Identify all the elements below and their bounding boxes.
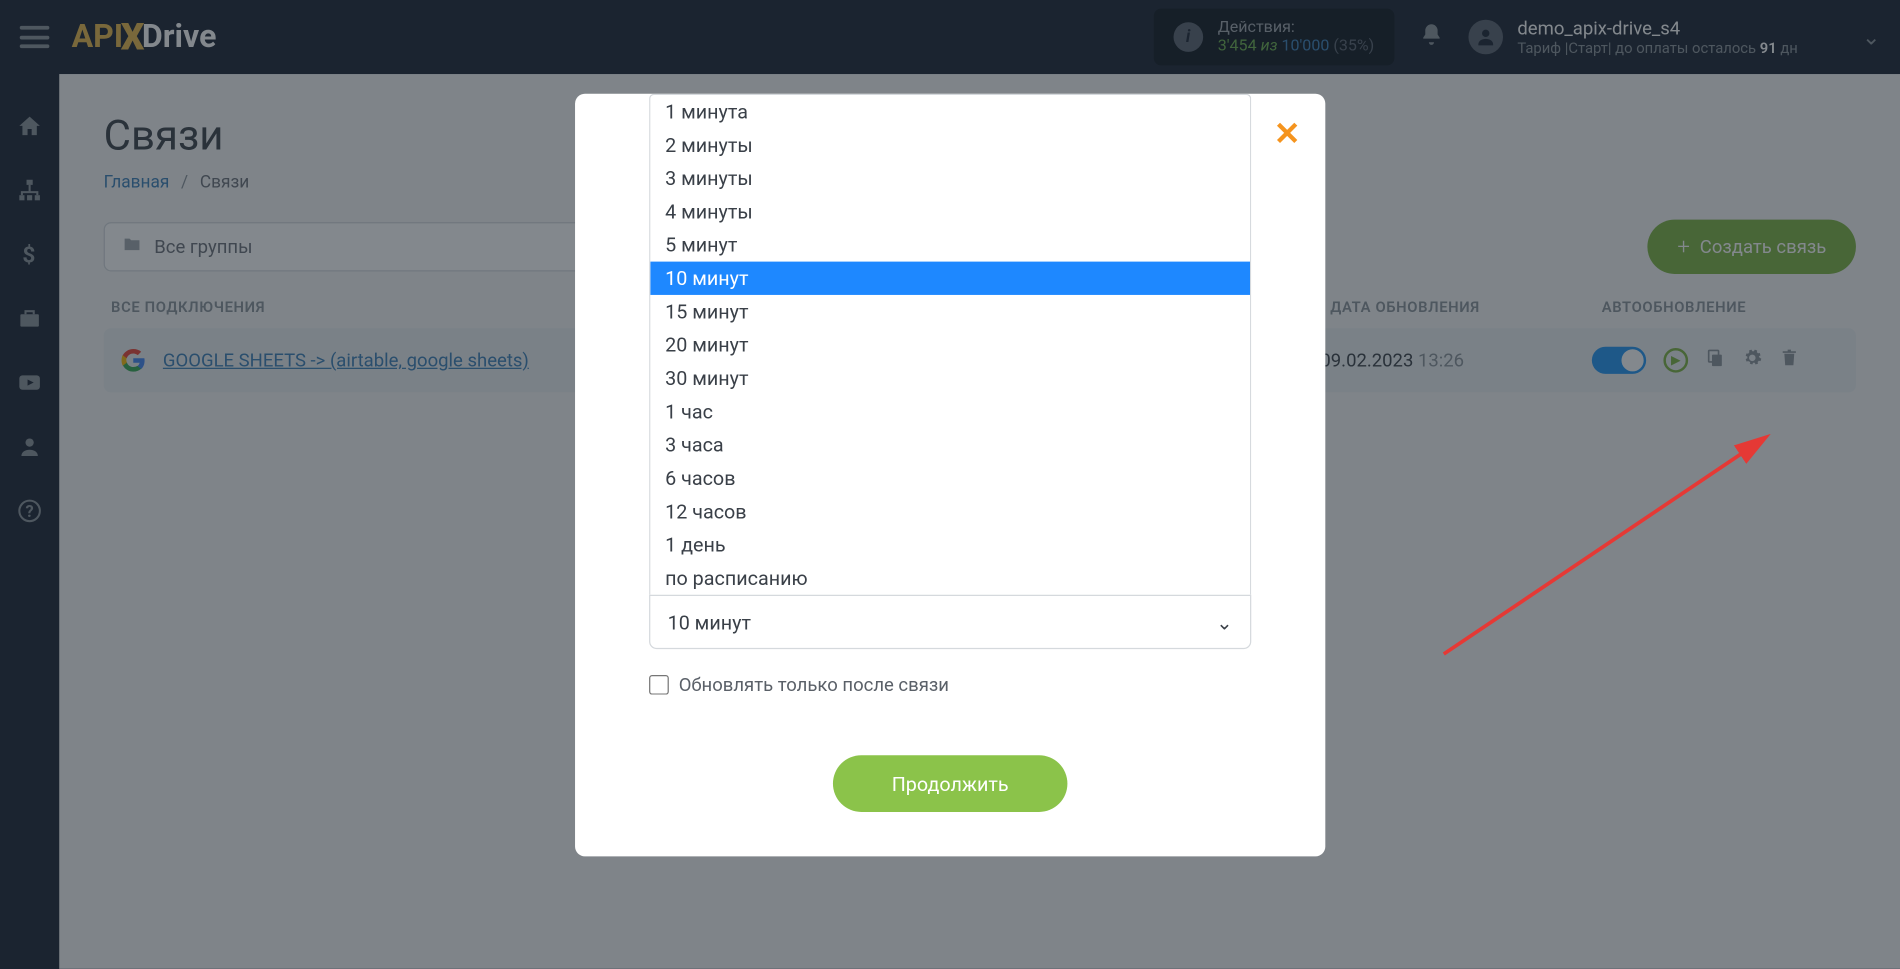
interval-option[interactable]: 20 минут	[650, 328, 1250, 361]
interval-option[interactable]: 1 день	[650, 528, 1250, 561]
interval-selected-value: 10 минут	[668, 610, 751, 633]
interval-option[interactable]: 1 час	[650, 395, 1250, 428]
interval-option[interactable]: 6 часов	[650, 462, 1250, 495]
interval-modal: ✕ 1 минута2 минуты3 минуты4 минуты5 мину…	[575, 94, 1325, 857]
interval-option[interactable]: 10 минут	[650, 262, 1250, 295]
update-after-checkbox[interactable]	[649, 675, 669, 695]
update-after-label: Обновлять только после связи	[679, 674, 949, 696]
close-icon[interactable]: ✕	[1274, 116, 1301, 153]
continue-button[interactable]: Продолжить	[832, 755, 1067, 812]
interval-option[interactable]: 4 минуты	[650, 195, 1250, 228]
modal-overlay: ✕ 1 минута2 минуты3 минуты4 минуты5 мину…	[0, 0, 1900, 969]
interval-option[interactable]: 5 минут	[650, 228, 1250, 261]
interval-option[interactable]: 12 часов	[650, 495, 1250, 528]
interval-option[interactable]: 2 минуты	[650, 128, 1250, 161]
chevron-down-icon: ⌄	[1216, 610, 1233, 633]
interval-option[interactable]: 15 минут	[650, 295, 1250, 328]
interval-option[interactable]: 1 минута	[650, 95, 1250, 128]
interval-select[interactable]: 10 минут ⌄	[649, 595, 1251, 649]
interval-option[interactable]: 3 минуты	[650, 162, 1250, 195]
interval-option[interactable]: по расписанию	[650, 561, 1250, 594]
update-after-checkbox-row[interactable]: Обновлять только после связи	[649, 674, 1251, 696]
interval-dropdown-list: 1 минута2 минуты3 минуты4 минуты5 минут1…	[649, 94, 1251, 595]
interval-option[interactable]: 3 часа	[650, 428, 1250, 461]
interval-option[interactable]: 30 минут	[650, 362, 1250, 395]
